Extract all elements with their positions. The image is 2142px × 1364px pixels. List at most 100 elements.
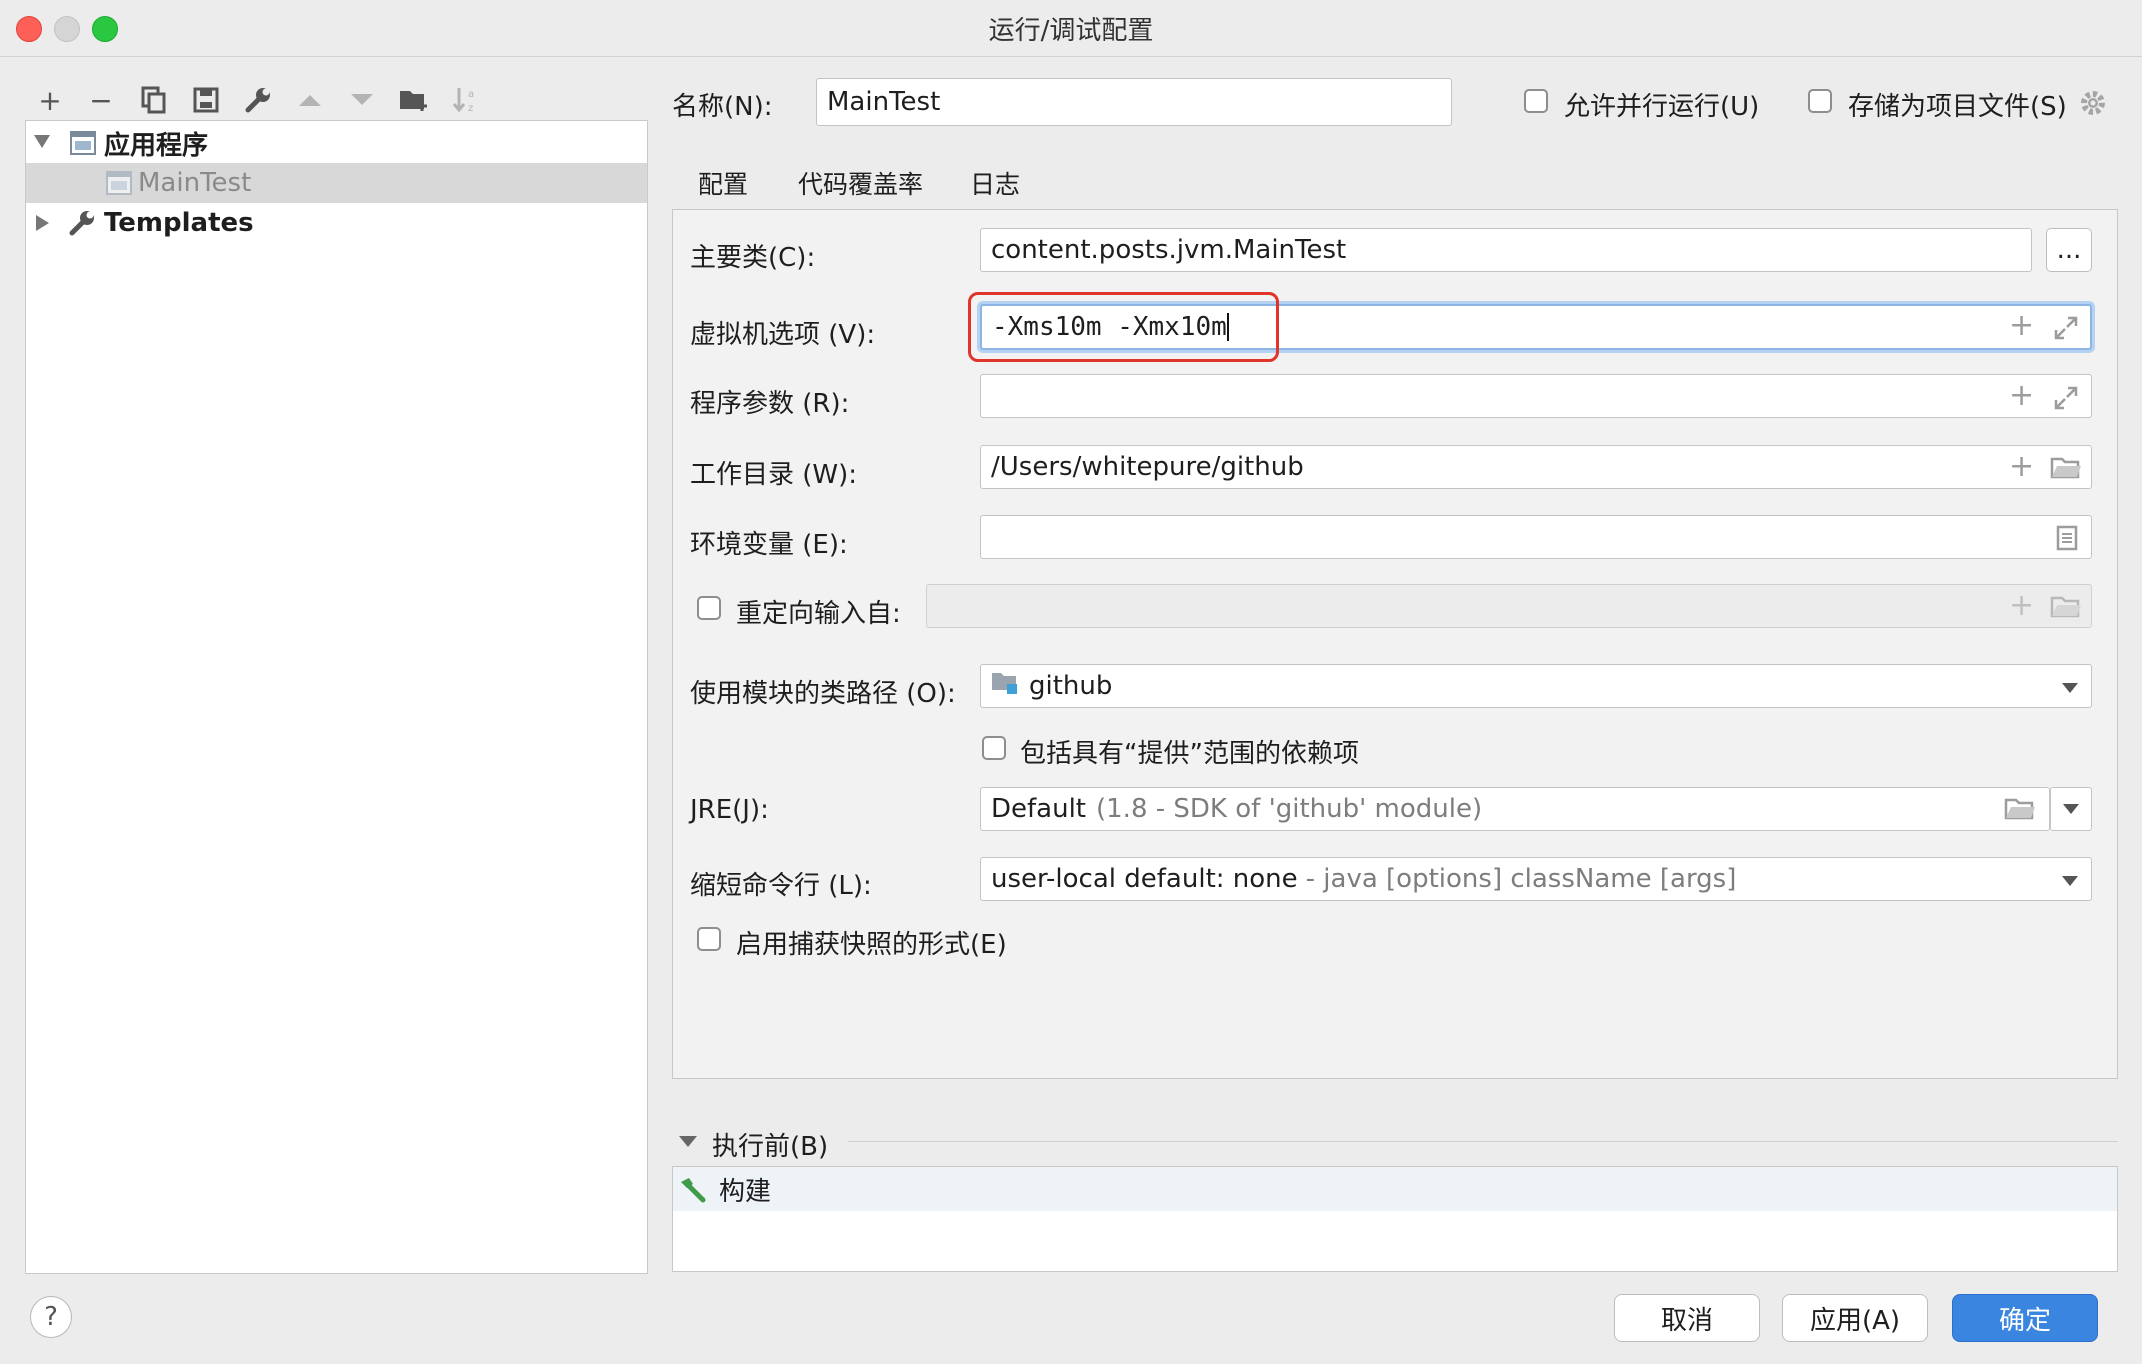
apply-button[interactable]: 应用(A) bbox=[1782, 1294, 1928, 1342]
sort-icon[interactable]: az bbox=[448, 82, 484, 118]
allow-parallel-checkbox[interactable] bbox=[1524, 89, 1548, 113]
tab-coverage-label: 代码覆盖率 bbox=[798, 170, 924, 199]
before-launch-list: 构建 bbox=[672, 1166, 2118, 1272]
jre-dropdown-button[interactable] bbox=[2050, 787, 2092, 831]
name-label: 名称(N): bbox=[672, 92, 773, 122]
redirect-label: 重定向输入自: bbox=[736, 599, 901, 629]
vm-options-label: 虚拟机选项 (V): bbox=[690, 320, 876, 350]
hammer-icon bbox=[677, 1174, 707, 1204]
shorten-select[interactable]: user-local default: none - java [options… bbox=[980, 857, 2092, 901]
tab-coverage[interactable]: 代码覆盖率 bbox=[774, 155, 947, 211]
shorten-detail: - java [options] className [args] bbox=[1305, 864, 1737, 894]
collapse-icon[interactable] bbox=[679, 1136, 697, 1147]
add-icon[interactable]: + bbox=[2009, 308, 2034, 343]
chevron-down-icon[interactable] bbox=[2062, 683, 2078, 693]
workdir-label: 工作目录 (W): bbox=[690, 460, 858, 490]
tree-item-templates-label: Templates bbox=[104, 208, 254, 238]
tab-logs[interactable]: 日志 bbox=[946, 155, 1044, 211]
store-project-checkbox[interactable] bbox=[1808, 89, 1832, 113]
tree-item-application[interactable]: 应用程序 bbox=[26, 123, 647, 163]
allow-parallel-label: 允许并行运行(U) bbox=[1564, 92, 1760, 122]
workdir-field[interactable]: /Users/whitepure/github bbox=[980, 445, 2092, 489]
name-field-value: MainTest bbox=[827, 87, 941, 117]
configuration-tree: 应用程序 MainTest Templates bbox=[25, 120, 648, 1274]
wrench-icon[interactable] bbox=[240, 82, 276, 118]
new-folder-icon[interactable] bbox=[396, 82, 432, 118]
folder-icon[interactable] bbox=[2050, 456, 2082, 484]
help-button[interactable]: ? bbox=[30, 1296, 72, 1338]
list-item-label: 构建 bbox=[719, 1176, 772, 1207]
remove-icon[interactable]: − bbox=[83, 82, 119, 118]
tab-config-label: 配置 bbox=[698, 170, 749, 199]
expand-icon[interactable] bbox=[2054, 316, 2078, 344]
before-launch-header: 执行前(B) bbox=[712, 1132, 829, 1162]
tab-logs-label: 日志 bbox=[970, 170, 1021, 199]
program-args-field[interactable] bbox=[980, 374, 2092, 418]
expand-right-icon[interactable] bbox=[36, 215, 49, 231]
cancel-label: 取消 bbox=[1660, 1305, 1713, 1336]
gear-icon[interactable] bbox=[2078, 88, 2108, 122]
expand-down-icon[interactable] bbox=[34, 135, 50, 148]
tree-item-templates[interactable]: Templates bbox=[26, 203, 647, 243]
ok-button[interactable]: 确定 bbox=[1952, 1294, 2098, 1342]
redirect-input-checkbox[interactable] bbox=[697, 596, 721, 620]
browse-main-class-button[interactable]: ... bbox=[2046, 228, 2092, 272]
highlight-box bbox=[968, 292, 1279, 362]
save-icon[interactable] bbox=[188, 82, 224, 118]
main-class-value: content.posts.jvm.MainTest bbox=[991, 235, 1347, 265]
program-args-label: 程序参数 (R): bbox=[690, 389, 850, 419]
folder-icon[interactable] bbox=[2050, 595, 2082, 623]
name-field[interactable]: MainTest bbox=[816, 78, 1452, 126]
move-up-icon[interactable] bbox=[292, 82, 328, 118]
application-icon bbox=[106, 171, 132, 202]
title-bar: 运行/调试配置 bbox=[0, 0, 2142, 57]
tab-config[interactable]: 配置 bbox=[674, 155, 773, 215]
application-icon bbox=[70, 131, 96, 162]
ok-label: 确定 bbox=[1998, 1305, 2051, 1336]
shorten-value: user-local default: none bbox=[991, 864, 1298, 894]
add-icon[interactable]: + bbox=[2009, 378, 2034, 413]
svg-text:a: a bbox=[468, 89, 474, 100]
cancel-button[interactable]: 取消 bbox=[1614, 1294, 1760, 1342]
apply-label: 应用(A) bbox=[1809, 1305, 1901, 1336]
add-icon[interactable]: + bbox=[2009, 588, 2034, 623]
include-provided-label: 包括具有“提供”范围的依赖项 bbox=[1020, 739, 1359, 769]
jre-field[interactable]: Default (1.8 - SDK of 'github' module) bbox=[980, 787, 2050, 831]
jre-detail: (1.8 - SDK of 'github' module) bbox=[1096, 794, 1483, 824]
copy-icon[interactable] bbox=[136, 82, 172, 118]
env-label: 环境变量 (E): bbox=[690, 530, 848, 560]
add-icon[interactable]: + bbox=[2009, 449, 2034, 484]
redirect-input-field[interactable] bbox=[926, 584, 2092, 628]
module-label: 使用模块的类路径 (O): bbox=[690, 679, 956, 709]
snapshot-checkbox[interactable] bbox=[697, 927, 721, 951]
window-title: 运行/调试配置 bbox=[988, 16, 1154, 46]
tree-item-application-label: 应用程序 bbox=[104, 130, 209, 161]
wrench-icon bbox=[68, 209, 96, 244]
main-class-field[interactable]: content.posts.jvm.MainTest bbox=[980, 228, 2032, 272]
document-icon[interactable] bbox=[2056, 525, 2078, 555]
module-value: github bbox=[1029, 671, 1113, 701]
folder-icon[interactable] bbox=[2004, 797, 2036, 825]
add-icon[interactable]: + bbox=[32, 82, 68, 118]
tree-item-maintest-label: MainTest bbox=[138, 168, 252, 198]
module-select[interactable]: github bbox=[980, 664, 2092, 708]
store-project-label: 存储为项目文件(S) bbox=[1848, 92, 2067, 122]
run-debug-config-window: 运行/调试配置 + − az 应用程序 MainTest Templates 名… bbox=[0, 0, 2142, 1364]
snapshot-label: 启用捕获快照的形式(E) bbox=[736, 930, 1007, 960]
shorten-label: 缩短命令行 (L): bbox=[690, 871, 872, 901]
jre-label: JRE(J): bbox=[690, 795, 769, 825]
list-item[interactable]: 构建 bbox=[673, 1167, 2117, 1211]
svg-text:z: z bbox=[468, 103, 473, 114]
module-icon bbox=[991, 670, 1019, 703]
chevron-down-icon bbox=[2063, 804, 2079, 814]
env-field[interactable] bbox=[980, 515, 2092, 559]
move-down-icon[interactable] bbox=[344, 82, 380, 118]
main-class-label: 主要类(C): bbox=[690, 243, 816, 273]
include-provided-checkbox[interactable] bbox=[982, 736, 1006, 760]
browse-label: ... bbox=[2056, 235, 2082, 265]
help-label: ? bbox=[44, 1302, 58, 1332]
tree-item-maintest[interactable]: MainTest bbox=[26, 163, 647, 203]
expand-icon[interactable] bbox=[2054, 386, 2078, 414]
chevron-down-icon[interactable] bbox=[2062, 876, 2078, 886]
divider bbox=[848, 1141, 2118, 1142]
